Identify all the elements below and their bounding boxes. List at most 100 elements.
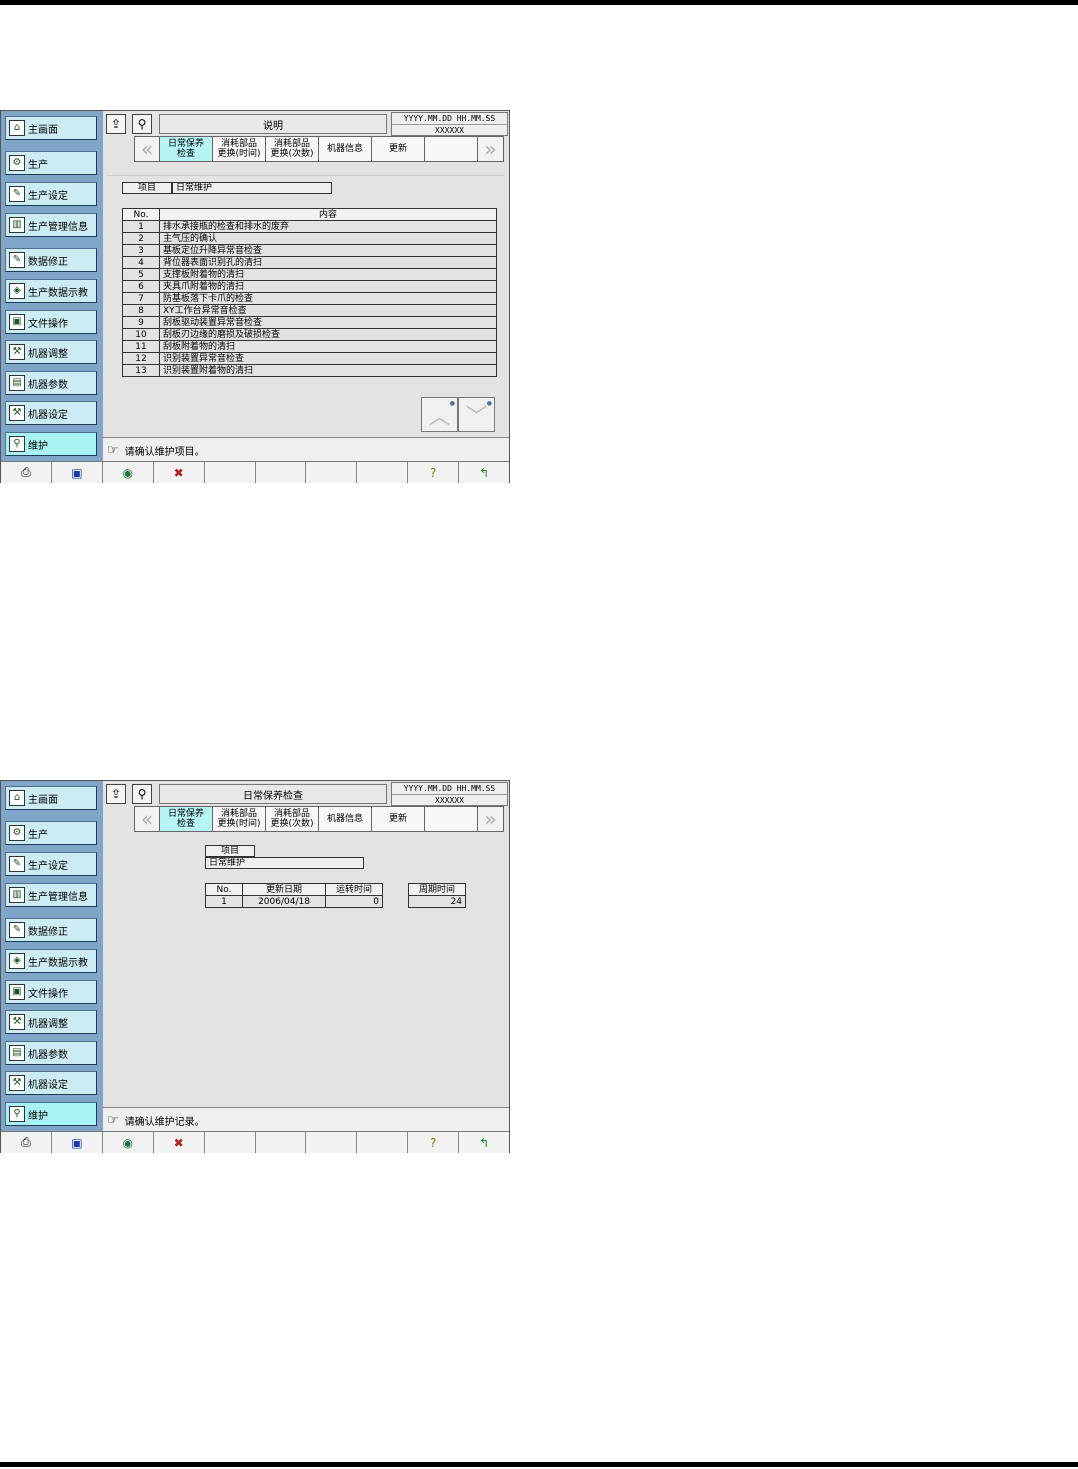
tab-update[interactable]: 更新 <box>372 806 425 832</box>
tab-label: 消耗部品 <box>273 139 310 149</box>
empty-button[interactable] <box>256 1132 307 1153</box>
sound-button[interactable]: ✖ <box>154 462 205 483</box>
sidebar-item-adjust[interactable]: ⚒ 机器调整 <box>5 340 97 364</box>
sidebar-item-data-edit[interactable]: ✎ 数据修正 <box>5 248 97 272</box>
tab-machine-info[interactable]: 机器信息 <box>319 136 372 162</box>
sidebar-item-file[interactable]: ▣ 文件操作 <box>5 980 97 1004</box>
table-row[interactable]: 12 识别装置异常音检查 <box>122 352 497 365</box>
row-content: XY工作台异常音检查 <box>159 304 497 317</box>
table-row[interactable]: 6 夹具爪附着物的清扫 <box>122 280 497 293</box>
tab-label: 更换(时间) <box>217 149 261 159</box>
sidebar-item-adjust[interactable]: ⚒ 机器调整 <box>5 1010 97 1034</box>
sidebar-item-parameter[interactable]: ▤ 机器参数 <box>5 371 97 395</box>
sidebar-item-maintenance[interactable]: ⚲ 维护 <box>5 1102 97 1126</box>
tab-prev-button[interactable]: « <box>134 136 160 162</box>
table-row[interactable]: 1 2006/04/18 0 <box>205 895 383 908</box>
table-header-row: No. 更新日期 运转时间 <box>205 883 383 896</box>
help-button[interactable]: ? <box>408 462 460 483</box>
sidebar-item-management-info[interactable]: ▥ 生产管理信息 <box>5 213 97 237</box>
language-button[interactable]: ◉ <box>103 462 154 483</box>
table-row[interactable]: 3 基板定位升降异常音检查 <box>122 244 497 257</box>
screen-button[interactable]: ▣ <box>52 462 103 483</box>
adjust-icon: ⚒ <box>9 344 25 360</box>
return-button[interactable]: ↰ <box>459 1132 509 1153</box>
sidebar-item-home[interactable]: ⌂ 主画面 <box>5 116 97 140</box>
scroll-down-button[interactable]: ● ﹀ <box>458 397 495 432</box>
floppy-icon: ▣ <box>9 314 25 330</box>
sidebar-item-maintenance[interactable]: ⚲ 维护 <box>5 432 97 456</box>
tab-empty[interactable] <box>425 136 478 162</box>
print-button[interactable]: ⎙ <box>1 462 52 483</box>
tab-daily-check[interactable]: 日常保养 检查 <box>160 806 213 832</box>
tab-next-button[interactable]: » <box>478 136 504 162</box>
print-button[interactable]: ⎙ <box>1 1132 52 1153</box>
sidebar-item-teaching[interactable]: ◈ 生产数据示教 <box>5 279 97 303</box>
sidebar-item-teaching[interactable]: ◈ 生产数据示教 <box>5 949 97 973</box>
screen-button[interactable]: ▣ <box>52 1132 103 1153</box>
sidebar-item-home[interactable]: ⌂ 主画面 <box>5 786 97 810</box>
row-no: 11 <box>122 340 160 353</box>
row-run-time: 0 <box>325 895 383 908</box>
return-button[interactable]: ↰ <box>459 462 509 483</box>
table-row[interactable]: 24 <box>408 895 466 908</box>
empty-button[interactable] <box>306 462 358 483</box>
empty-button[interactable] <box>256 462 307 483</box>
table-row[interactable]: 7 防基板落下卡爪的检查 <box>122 292 497 305</box>
table-row[interactable]: 8 XY工作台异常音检查 <box>122 304 497 317</box>
user-text: XXXXXX <box>392 124 507 136</box>
tab-machine-info[interactable]: 机器信息 <box>319 806 372 832</box>
sidebar-item-machine-setting[interactable]: ⚒ 机器设定 <box>5 1071 97 1095</box>
table-row[interactable]: 9 刮板驱动装置异常音检查 <box>122 316 497 329</box>
bottom-toolbar: ⎙ ▣ ◉ ✖ ? ↰ <box>1 1131 509 1153</box>
column-run-time: 运转时间 <box>325 883 383 896</box>
row-update-date: 2006/04/18 <box>242 895 326 908</box>
sidebar-item-parameter[interactable]: ▤ 机器参数 <box>5 1041 97 1065</box>
tab-next-button[interactable]: » <box>478 806 504 832</box>
sidebar-item-machine-setting[interactable]: ⚒ 机器设定 <box>5 401 97 425</box>
sidebar-item-management-info[interactable]: ▥ 生产管理信息 <box>5 883 97 907</box>
sidebar-item-production-setting[interactable]: ✎ 生产设定 <box>5 182 97 206</box>
tab-parts-count[interactable]: 消耗部品 更换(次数) <box>266 136 319 162</box>
production-icon: ⚙ <box>9 825 25 841</box>
table-row[interactable]: 11 刮板附着物的清扫 <box>122 340 497 353</box>
help-button[interactable]: ? <box>408 1132 460 1153</box>
row-content: 基板定位升降异常音检查 <box>159 244 497 257</box>
empty-button[interactable] <box>205 462 256 483</box>
table-row[interactable]: 5 支撑板附着物的清扫 <box>122 268 497 281</box>
tab-parts-count[interactable]: 消耗部品 更换(次数) <box>266 806 319 832</box>
maintenance-mode-icon[interactable]: ⚲ <box>132 784 152 804</box>
sidebar-item-production[interactable]: ⚙ 生产 <box>5 151 97 175</box>
exit-icon[interactable]: ⇪ <box>106 784 126 804</box>
indicator-dot: ● <box>449 400 455 407</box>
empty-button[interactable] <box>357 462 409 483</box>
sidebar-item-data-edit[interactable]: ✎ 数据修正 <box>5 918 97 942</box>
tab-parts-time[interactable]: 消耗部品 更换(时间) <box>213 136 266 162</box>
table-row[interactable]: 2 主气压的确认 <box>122 232 497 245</box>
exit-icon[interactable]: ⇪ <box>106 114 126 134</box>
table-row[interactable]: 13 识别装置附着物的清扫 <box>122 364 497 377</box>
empty-button[interactable] <box>205 1132 256 1153</box>
table-row[interactable]: 10 刮板刃边缘的磨损及破损检查 <box>122 328 497 341</box>
maintenance-icon: ⚲ <box>9 1106 25 1122</box>
maintenance-mode-icon[interactable]: ⚲ <box>132 114 152 134</box>
sidebar-item-production-setting[interactable]: ✎ 生产设定 <box>5 852 97 876</box>
sidebar-item-file[interactable]: ▣ 文件操作 <box>5 310 97 334</box>
table-row[interactable]: 1 排水承接瓶的检查和排水的废弃 <box>122 220 497 233</box>
empty-button[interactable] <box>306 1132 358 1153</box>
status-message: 请确认维护项目。 <box>124 446 205 458</box>
tab-label: 更换(时间) <box>217 819 261 829</box>
tab-label: 更新 <box>388 144 407 154</box>
language-button[interactable]: ◉ <box>103 1132 154 1153</box>
help-icon: ? <box>430 465 437 480</box>
tab-prev-button[interactable]: « <box>134 806 160 832</box>
tab-update[interactable]: 更新 <box>372 136 425 162</box>
scroll-up-button[interactable]: ● ︿ <box>421 397 458 432</box>
sidebar-item-production[interactable]: ⚙ 生产 <box>5 821 97 845</box>
tab-parts-time[interactable]: 消耗部品 更换(时间) <box>213 806 266 832</box>
management-info-icon: ▥ <box>9 217 25 233</box>
empty-button[interactable] <box>357 1132 409 1153</box>
tab-empty[interactable] <box>425 806 478 832</box>
tab-daily-check[interactable]: 日常保养 检查 <box>160 136 213 162</box>
sound-button[interactable]: ✖ <box>154 1132 205 1153</box>
table-row[interactable]: 4 背位器表面识别孔的清扫 <box>122 256 497 269</box>
